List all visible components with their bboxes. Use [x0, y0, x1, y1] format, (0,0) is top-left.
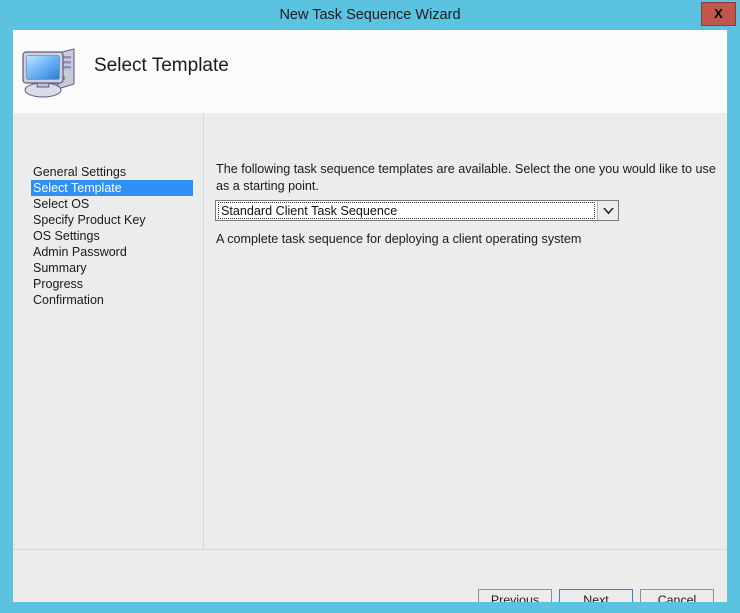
- client-area: Select Template General Settings Select …: [13, 30, 727, 602]
- template-description: A complete task sequence for deploying a…: [216, 232, 582, 246]
- sidebar-nav-list: General Settings Select Template Select …: [13, 164, 193, 308]
- template-select-value: Standard Client Task Sequence: [218, 202, 595, 219]
- sidebar-item-summary[interactable]: Summary: [31, 260, 193, 276]
- chevron-down-icon[interactable]: [597, 201, 618, 220]
- previous-button[interactable]: Previous: [478, 589, 552, 602]
- close-icon: X: [714, 6, 723, 21]
- next-button[interactable]: Next: [559, 589, 633, 602]
- wizard-sidebar: General Settings Select Template Select …: [13, 113, 203, 549]
- sidebar-item-progress[interactable]: Progress: [31, 276, 193, 292]
- cancel-button[interactable]: Cancel: [640, 589, 714, 602]
- sidebar-item-general-settings[interactable]: General Settings: [31, 164, 193, 180]
- close-button[interactable]: X: [701, 2, 736, 26]
- wizard-window: New Task Sequence Wizard X Select Templa…: [0, 0, 740, 613]
- sidebar-item-specify-product-key[interactable]: Specify Product Key: [31, 212, 193, 228]
- sidebar-item-admin-password[interactable]: Admin Password: [31, 244, 193, 260]
- sidebar-item-confirmation[interactable]: Confirmation: [31, 292, 193, 308]
- intro-text: The following task sequence templates ar…: [216, 162, 716, 193]
- title-bar: New Task Sequence Wizard X: [0, 0, 740, 30]
- page-title: Select Template: [94, 55, 229, 76]
- wizard-content: The following task sequence templates ar…: [204, 113, 727, 549]
- window-title: New Task Sequence Wizard: [279, 7, 461, 23]
- sidebar-item-os-settings[interactable]: OS Settings: [31, 228, 193, 244]
- template-select[interactable]: Standard Client Task Sequence: [215, 200, 619, 221]
- wizard-header: Select Template: [13, 30, 727, 113]
- computer-icon: [20, 44, 82, 100]
- wizard-body: General Settings Select Template Select …: [13, 113, 727, 549]
- wizard-footer: REMONTKA.COM Previous Next Cancel: [13, 550, 727, 602]
- sidebar-item-select-os[interactable]: Select OS: [31, 196, 193, 212]
- sidebar-item-select-template[interactable]: Select Template: [31, 180, 193, 196]
